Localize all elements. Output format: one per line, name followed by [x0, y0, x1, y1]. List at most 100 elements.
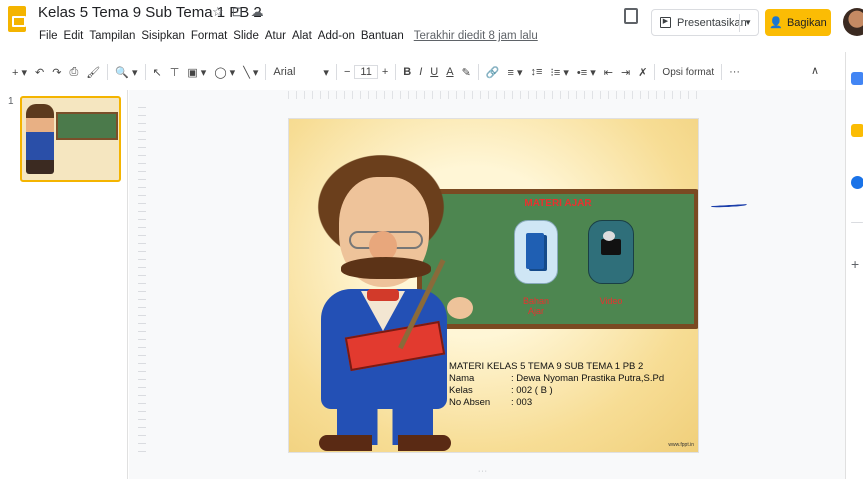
hand: [447, 297, 473, 319]
info-key: No Absen: [449, 397, 491, 408]
slide-canvas[interactable]: MATERI AJAR Bahan Ajar Video MATERI KELA…: [288, 118, 699, 453]
book-icon[interactable]: [514, 220, 558, 284]
collapse-toolbar-icon[interactable]: ∧: [811, 64, 819, 77]
vertical-ruler: [138, 100, 146, 452]
title-icons: ☆ ⊡ ☁: [212, 4, 264, 20]
bulleted-list-icon[interactable]: •≡ ▾: [573, 66, 600, 79]
slide-thumbnail[interactable]: [20, 96, 121, 182]
divider: [739, 14, 740, 32]
select-cursor-icon[interactable]: ↖: [149, 66, 166, 79]
link-icon[interactable]: 🔗: [482, 66, 504, 79]
increase-font-size-button[interactable]: +: [378, 66, 392, 78]
present-button[interactable]: ▶ Presentasikan ▼: [651, 9, 759, 36]
decrease-font-size-button[interactable]: −: [340, 66, 354, 78]
move-to-folder-icon[interactable]: ⊡: [232, 4, 243, 20]
tasks-icon[interactable]: [851, 176, 863, 189]
divider: [265, 64, 267, 80]
horizontal-ruler: [288, 91, 699, 99]
menu-insert[interactable]: Sisipkan: [141, 30, 184, 42]
share-icon: 👤: [769, 17, 783, 29]
watermark: www.fppt.in: [668, 442, 694, 448]
avatar[interactable]: [843, 8, 863, 36]
menu-view[interactable]: Tampilan: [89, 30, 135, 42]
video-link[interactable]: Video: [588, 296, 634, 306]
present-label: Presentasikan: [677, 16, 747, 29]
menu-format[interactable]: Format: [191, 30, 227, 42]
font-size-input[interactable]: 11: [354, 65, 378, 79]
info-value: : Dewa Nyoman Prastika Putra,S.Pd: [511, 373, 665, 384]
info-row: Kelas : 002 ( B ): [449, 385, 664, 397]
zoom-icon[interactable]: 🔍 ▾: [111, 66, 141, 79]
divider: [144, 64, 146, 80]
line-icon[interactable]: ╲ ▾: [239, 66, 262, 79]
image-icon[interactable]: ▣ ▾: [183, 66, 210, 79]
align-icon[interactable]: ≡ ▾: [503, 66, 526, 79]
text-box-icon[interactable]: ⊤: [166, 66, 184, 79]
slides-logo-icon[interactable]: [8, 6, 26, 32]
filmstrip: 1: [0, 90, 128, 479]
add-addon-icon[interactable]: +: [851, 257, 863, 271]
menu-addons[interactable]: Add-on: [318, 30, 355, 42]
info-value: : 003: [511, 397, 533, 408]
line-spacing-icon[interactable]: ↕≡: [526, 66, 546, 78]
slide-number: 1: [8, 96, 14, 107]
keep-icon[interactable]: [851, 124, 863, 137]
divider: [654, 64, 656, 80]
calendar-icon[interactable]: [851, 72, 863, 85]
share-button[interactable]: 👤 Bagikan: [765, 9, 831, 36]
font-dropdown-icon[interactable]: ▾: [319, 66, 333, 79]
info-key: Kelas: [449, 385, 473, 396]
menu-help[interactable]: Bantuan: [361, 30, 404, 42]
menu-slide[interactable]: Slide: [233, 30, 259, 42]
info-text-box[interactable]: MATERI KELAS 5 TEMA 9 SUB TEMA 1 PB 2 Na…: [449, 361, 664, 409]
numbered-list-icon[interactable]: ⁝≡ ▾: [546, 66, 573, 79]
divider: [107, 64, 109, 80]
bold-icon[interactable]: B: [399, 66, 415, 78]
side-panel: +: [845, 52, 863, 479]
shoes: [319, 435, 451, 451]
present-icon: ▶: [660, 17, 671, 28]
new-slide-icon[interactable]: + ▾: [8, 66, 31, 79]
underline-icon[interactable]: U: [426, 66, 442, 78]
undo-icon[interactable]: ↶: [31, 66, 48, 79]
font-select[interactable]: Arial: [269, 66, 299, 78]
menu-arrange[interactable]: Atur: [265, 30, 286, 42]
highlight-icon[interactable]: ✎: [458, 66, 475, 79]
menu-file[interactable]: File: [39, 30, 58, 42]
info-row: Nama : Dewa Nyoman Prastika Putra,S.Pd: [449, 373, 664, 385]
redo-icon[interactable]: ↷: [48, 66, 65, 79]
menu-bar: File Edit Tampilan Sisipkan Format Slide…: [39, 30, 538, 42]
star-icon[interactable]: ☆: [212, 4, 224, 20]
last-edit-link[interactable]: Terakhir diedit 8 jam lalu: [414, 30, 538, 42]
shape-icon[interactable]: ◯ ▾: [210, 66, 239, 79]
comments-icon[interactable]: [624, 8, 638, 24]
decrease-indent-icon[interactable]: ⇤: [600, 66, 617, 79]
title-bar: Kelas 5 Tema 9 Sub Tema 1 PB 2 ☆ ⊡ ☁ Fil…: [0, 0, 863, 52]
divider: [477, 64, 479, 80]
print-icon[interactable]: ⎙: [65, 66, 82, 79]
text-color-icon[interactable]: A: [442, 66, 457, 78]
toolbar: + ▾ ↶ ↷ ⎙ 🖌 🔍 ▾ ↖ ⊤ ▣ ▾ ◯ ▾ ╲ ▾ Arial ▾ …: [0, 58, 845, 86]
bahan-ajar-link[interactable]: Bahan Ajar: [514, 296, 558, 316]
mustache: [341, 257, 431, 279]
divider: [335, 64, 337, 80]
format-options-button[interactable]: Opsi format: [658, 67, 718, 78]
info-key: Nama: [449, 373, 475, 384]
paint-format-icon[interactable]: 🖌: [82, 66, 104, 79]
divider: [851, 222, 863, 223]
italic-icon[interactable]: I: [415, 66, 426, 78]
cloud-status-icon[interactable]: ☁: [251, 4, 264, 20]
divider: [721, 64, 723, 80]
clear-format-icon[interactable]: ✗: [634, 66, 651, 79]
thumbnail-board: [56, 112, 118, 140]
more-icon[interactable]: ···: [725, 66, 744, 78]
increase-indent-icon[interactable]: ⇥: [617, 66, 634, 79]
chevron-down-icon[interactable]: ▼: [744, 18, 752, 27]
menu-tools[interactable]: Alat: [292, 30, 312, 42]
video-camera-icon[interactable]: [588, 220, 634, 284]
menu-edit[interactable]: Edit: [64, 30, 84, 42]
thumbnail-character: [26, 104, 54, 174]
resize-handle[interactable]: ···: [478, 468, 488, 475]
info-value: : 002 ( B ): [511, 385, 553, 396]
share-label: Bagikan: [786, 16, 827, 29]
